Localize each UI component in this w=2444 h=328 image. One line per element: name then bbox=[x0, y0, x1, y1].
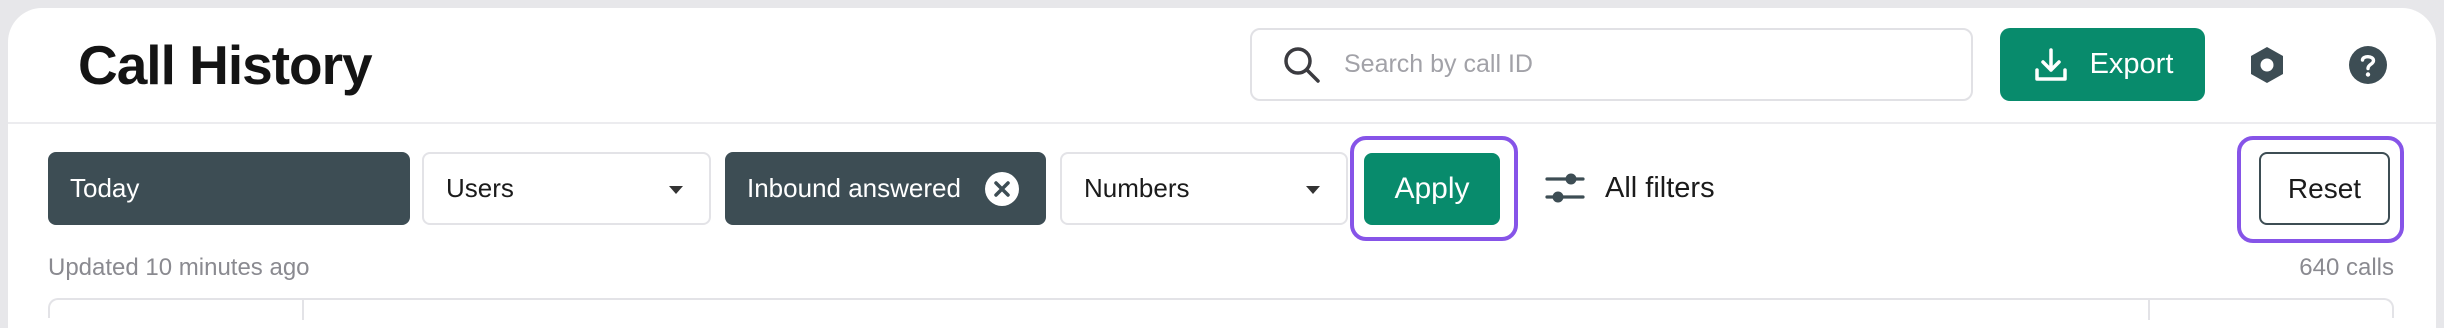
reset-button[interactable]: Reset bbox=[2259, 152, 2390, 225]
page-title: Call History bbox=[78, 34, 373, 96]
numbers-filter-label: Numbers bbox=[1084, 173, 1190, 203]
export-button[interactable]: Export bbox=[2000, 28, 2205, 101]
hexagon-settings-icon[interactable] bbox=[2247, 45, 2287, 85]
all-filters-button[interactable]: All filters bbox=[1545, 163, 1715, 213]
calls-table bbox=[48, 298, 2394, 320]
help-icon[interactable] bbox=[2348, 45, 2388, 85]
calls-count: 640 calls bbox=[2299, 254, 2394, 281]
header-divider bbox=[8, 122, 2436, 124]
call-type-filter-label: Inbound answered bbox=[747, 173, 961, 203]
call-type-filter-chip[interactable]: Inbound answered bbox=[725, 152, 1046, 225]
numbers-filter-dropdown[interactable]: Numbers bbox=[1060, 152, 1348, 225]
export-label: Export bbox=[2089, 48, 2174, 80]
column-divider bbox=[302, 300, 304, 320]
download-icon bbox=[2034, 47, 2067, 81]
date-filter-label: Today bbox=[70, 173, 140, 203]
apply-button[interactable]: Apply bbox=[1364, 153, 1500, 225]
search-box[interactable] bbox=[1250, 28, 1973, 101]
caret-down-icon bbox=[669, 186, 683, 194]
sliders-icon bbox=[1545, 173, 1585, 203]
users-filter-dropdown[interactable]: Users bbox=[422, 152, 711, 225]
search-input[interactable] bbox=[1344, 50, 1904, 79]
users-filter-label: Users bbox=[446, 173, 514, 203]
search-icon bbox=[1284, 46, 1320, 83]
caret-down-icon bbox=[1306, 186, 1320, 194]
date-filter-chip[interactable]: Today bbox=[48, 152, 410, 225]
all-filters-label: All filters bbox=[1605, 171, 1715, 204]
column-divider bbox=[2148, 300, 2150, 320]
updated-status: Updated 10 minutes ago bbox=[48, 254, 310, 281]
clear-filter-icon[interactable] bbox=[984, 171, 1020, 207]
